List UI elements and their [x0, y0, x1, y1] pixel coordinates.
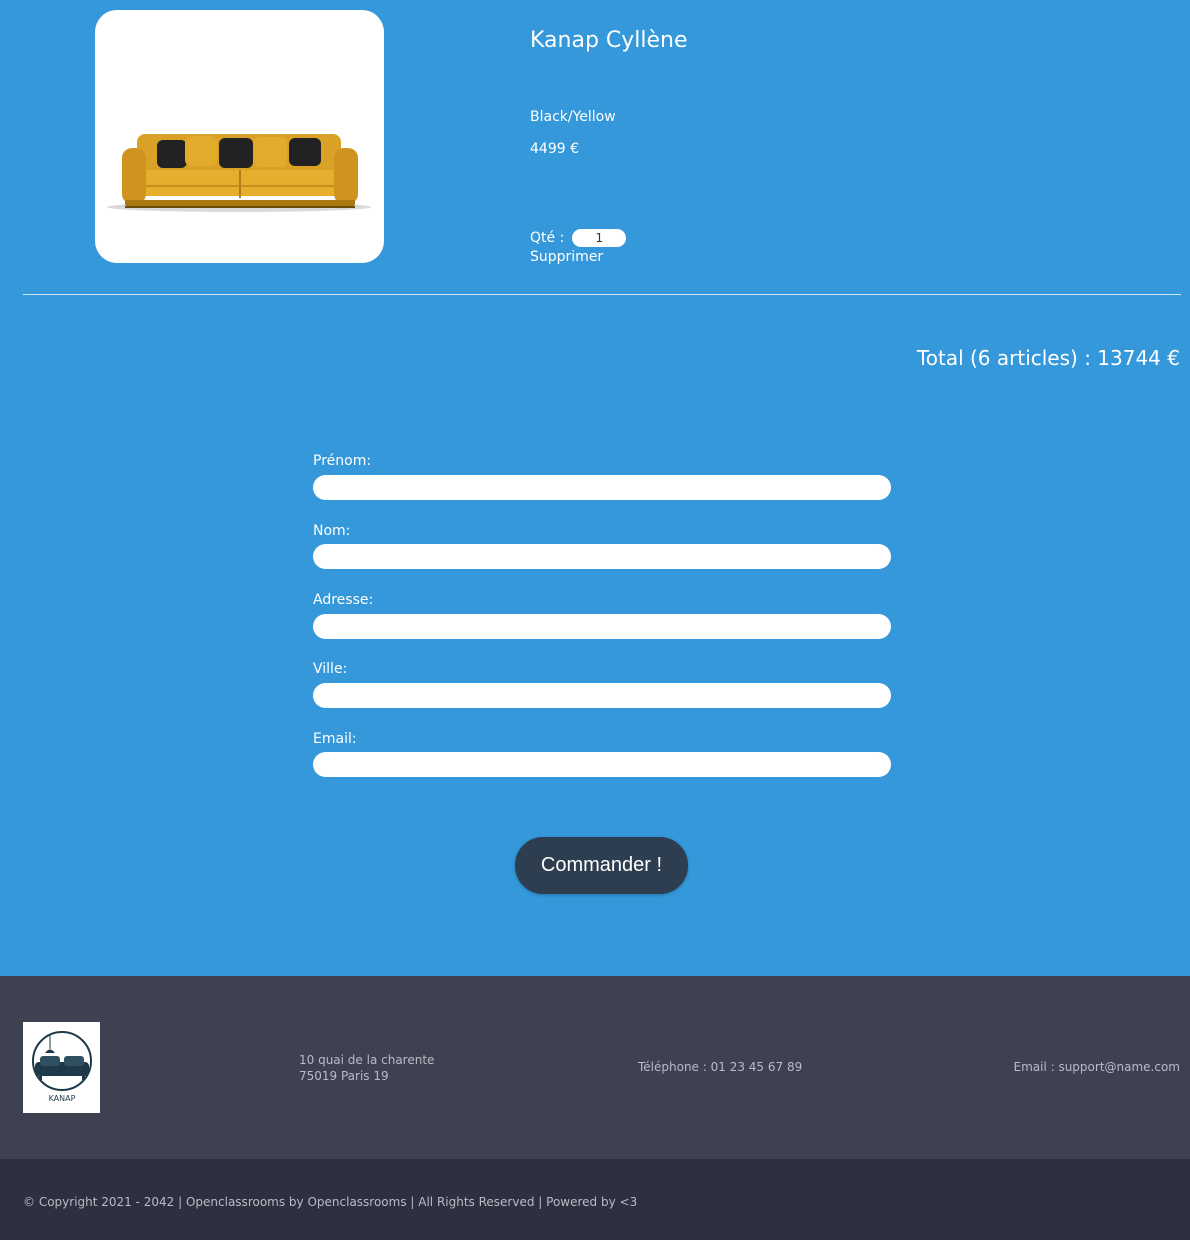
footer-phone: Téléphone : 01 23 45 67 89: [638, 1060, 803, 1074]
product-color: Black/Yellow: [530, 109, 616, 125]
last-name-input[interactable]: [313, 544, 891, 569]
logo-text: KANAP: [49, 1094, 76, 1103]
footer-email: Email : support@name.com: [1013, 1060, 1180, 1074]
product-image: [95, 10, 384, 263]
kanap-logo[interactable]: KANAP: [23, 1022, 100, 1113]
email-label: Email:: [313, 731, 357, 747]
quantity-input[interactable]: [572, 229, 627, 247]
product-name: Kanap Cyllène: [530, 28, 688, 53]
sofa-image: [107, 134, 371, 212]
copyright-text: © Copyright 2021 - 2042 | Openclassrooms…: [23, 1195, 638, 1209]
city-label: Ville:: [313, 661, 348, 677]
footer-address: 10 quai de la charente 75019 Paris 19: [299, 1052, 434, 1084]
footer-bottom: © Copyright 2021 - 2042 | Openclassrooms…: [0, 1159, 1190, 1240]
cart-divider: [23, 294, 1181, 295]
footer: KANAP 10 quai de la charente 75019 Paris…: [0, 976, 1190, 1159]
quantity-row: Qté :: [530, 229, 627, 247]
sofa-logo-icon: KANAP: [32, 1031, 92, 1103]
first-name-label: Prénom:: [313, 453, 372, 469]
first-name-input[interactable]: [313, 475, 891, 500]
address-line-2: 75019 Paris 19: [299, 1069, 389, 1083]
email-input[interactable]: [313, 752, 891, 777]
product-price: 4499 €: [530, 141, 579, 157]
last-name-label: Nom:: [313, 523, 351, 539]
city-input[interactable]: [313, 683, 891, 708]
quantity-label: Qté :: [530, 230, 565, 246]
cart-total: Total (6 articles) : 13744 €: [916, 346, 1180, 370]
order-button[interactable]: Commander !: [515, 837, 688, 894]
address-line-1: 10 quai de la charente: [299, 1053, 435, 1067]
address-input[interactable]: [313, 614, 891, 639]
delete-item-link[interactable]: Supprimer: [530, 249, 603, 265]
cart-page: Kanap Cyllène Black/Yellow 4499 € Qté : …: [0, 0, 1190, 976]
address-label: Adresse:: [313, 592, 374, 608]
